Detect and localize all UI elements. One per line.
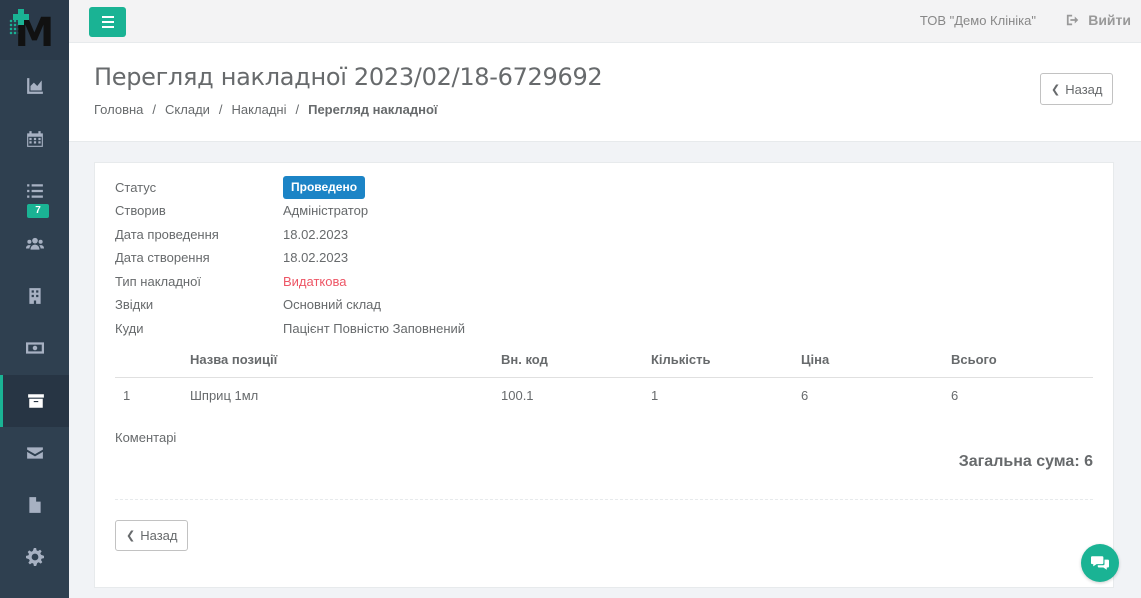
page-heading: Перегляд накладної 2023/02/18-6729692 Го…	[69, 43, 1141, 142]
to-value: Пацієнт Повністю Заповнений	[283, 321, 466, 336]
divider	[115, 499, 1093, 500]
back-button-bottom[interactable]: ❮ Назад	[115, 520, 189, 551]
building-icon	[28, 288, 41, 304]
column-header-code: Вн. код	[501, 352, 548, 367]
status-label: Статус	[115, 180, 157, 195]
chart-area-icon	[26, 78, 43, 94]
breadcrumb: Головна / Склади / Накладні / Перегляд н…	[94, 102, 438, 117]
sidebar-item-patients[interactable]	[0, 218, 69, 270]
row-quantity: 1	[651, 388, 659, 403]
column-header-quantity: Кількість	[651, 352, 711, 367]
row-index: 1	[123, 388, 131, 403]
column-header-price: Ціна	[801, 352, 830, 367]
breadcrumb-current: Перегляд накладної	[308, 102, 438, 117]
posted-date-value: 18.02.2023	[283, 227, 349, 242]
sidebar-item-warehouse[interactable]	[0, 375, 69, 427]
row-name: Шприц 1мл	[190, 388, 259, 403]
created-by-value: Адміністратор	[283, 203, 369, 218]
users-icon	[25, 237, 44, 250]
row-code: 100.1	[501, 388, 534, 403]
posted-date-label: Дата проведення	[115, 227, 219, 242]
app-logo[interactable]: M	[0, 0, 69, 60]
status-badge: Проведено	[283, 176, 366, 199]
grand-total: Загальна сума: 6	[958, 453, 1093, 470]
tasks-count-badge: 7	[27, 204, 49, 218]
created-by-label: Створив	[115, 203, 166, 218]
back-button-label: Назад	[1065, 81, 1103, 97]
envelope-icon	[26, 447, 43, 459]
back-button-label: Назад	[140, 528, 178, 543]
from-value: Основний склад	[283, 297, 381, 312]
column-header-total: Всього	[951, 352, 997, 367]
logout-label: Вийти	[1088, 12, 1131, 28]
column-header-name: Назва позиції	[190, 352, 278, 367]
created-date-label: Дата створення	[115, 250, 210, 265]
to-label: Куди	[115, 321, 144, 336]
comments-icon	[1091, 556, 1109, 570]
archive-icon	[28, 394, 44, 408]
sidebar-item-statistics[interactable]	[0, 60, 69, 112]
breadcrumb-warehouses[interactable]: Склади	[165, 102, 210, 117]
sidebar-item-settings[interactable]	[0, 531, 69, 583]
breadcrumb-invoices[interactable]: Накладні	[232, 102, 287, 117]
chevron-left-icon: ❮	[1051, 83, 1061, 96]
hamburger-icon	[101, 15, 114, 30]
logout-link[interactable]: Вийти	[1066, 12, 1131, 28]
chevron-left-icon: ❮	[126, 530, 136, 542]
gear-icon	[25, 548, 44, 566]
sidebar-item-messages[interactable]	[0, 427, 69, 479]
sidebar-item-documents[interactable]	[0, 479, 69, 531]
sidebar-item-clinics[interactable]	[0, 270, 69, 322]
top-navbar: ТОВ "Демо Клініка" Вийти	[69, 0, 1141, 43]
table-divider	[115, 377, 1093, 378]
sidebar-item-finance[interactable]	[0, 322, 69, 374]
page-title: Перегляд накладної 2023/02/18-6729692	[94, 63, 603, 91]
breadcrumb-separator: /	[295, 102, 300, 117]
row-price: 6	[801, 388, 809, 403]
breadcrumb-separator: /	[152, 102, 157, 117]
list-icon	[26, 184, 43, 198]
breadcrumb-home[interactable]: Головна	[94, 102, 143, 117]
file-icon	[28, 497, 41, 513]
created-date-value: 18.02.2023	[283, 250, 349, 265]
chat-button[interactable]	[1081, 544, 1119, 582]
money-icon	[25, 342, 44, 354]
sidebar: M 7	[0, 0, 69, 598]
breadcrumb-separator: /	[218, 102, 223, 117]
back-button-top[interactable]: ❮ Назад	[1040, 73, 1114, 105]
sign-out-icon	[1067, 14, 1079, 26]
from-label: Звідки	[115, 297, 154, 312]
menu-toggle-button[interactable]	[89, 7, 126, 37]
invoice-type-value: Видаткова	[283, 274, 347, 289]
comments-label: Коментарі	[115, 430, 177, 445]
sidebar-item-calendar[interactable]	[0, 113, 69, 165]
invoice-type-label: Тип накладної	[115, 274, 201, 289]
row-total: 6	[951, 388, 959, 403]
invoice-card: Статус Проведено Створив Адміністратор Д…	[94, 162, 1114, 588]
company-name: ТОВ "Демо Клініка"	[919, 13, 1036, 28]
calendar-icon	[26, 131, 43, 147]
